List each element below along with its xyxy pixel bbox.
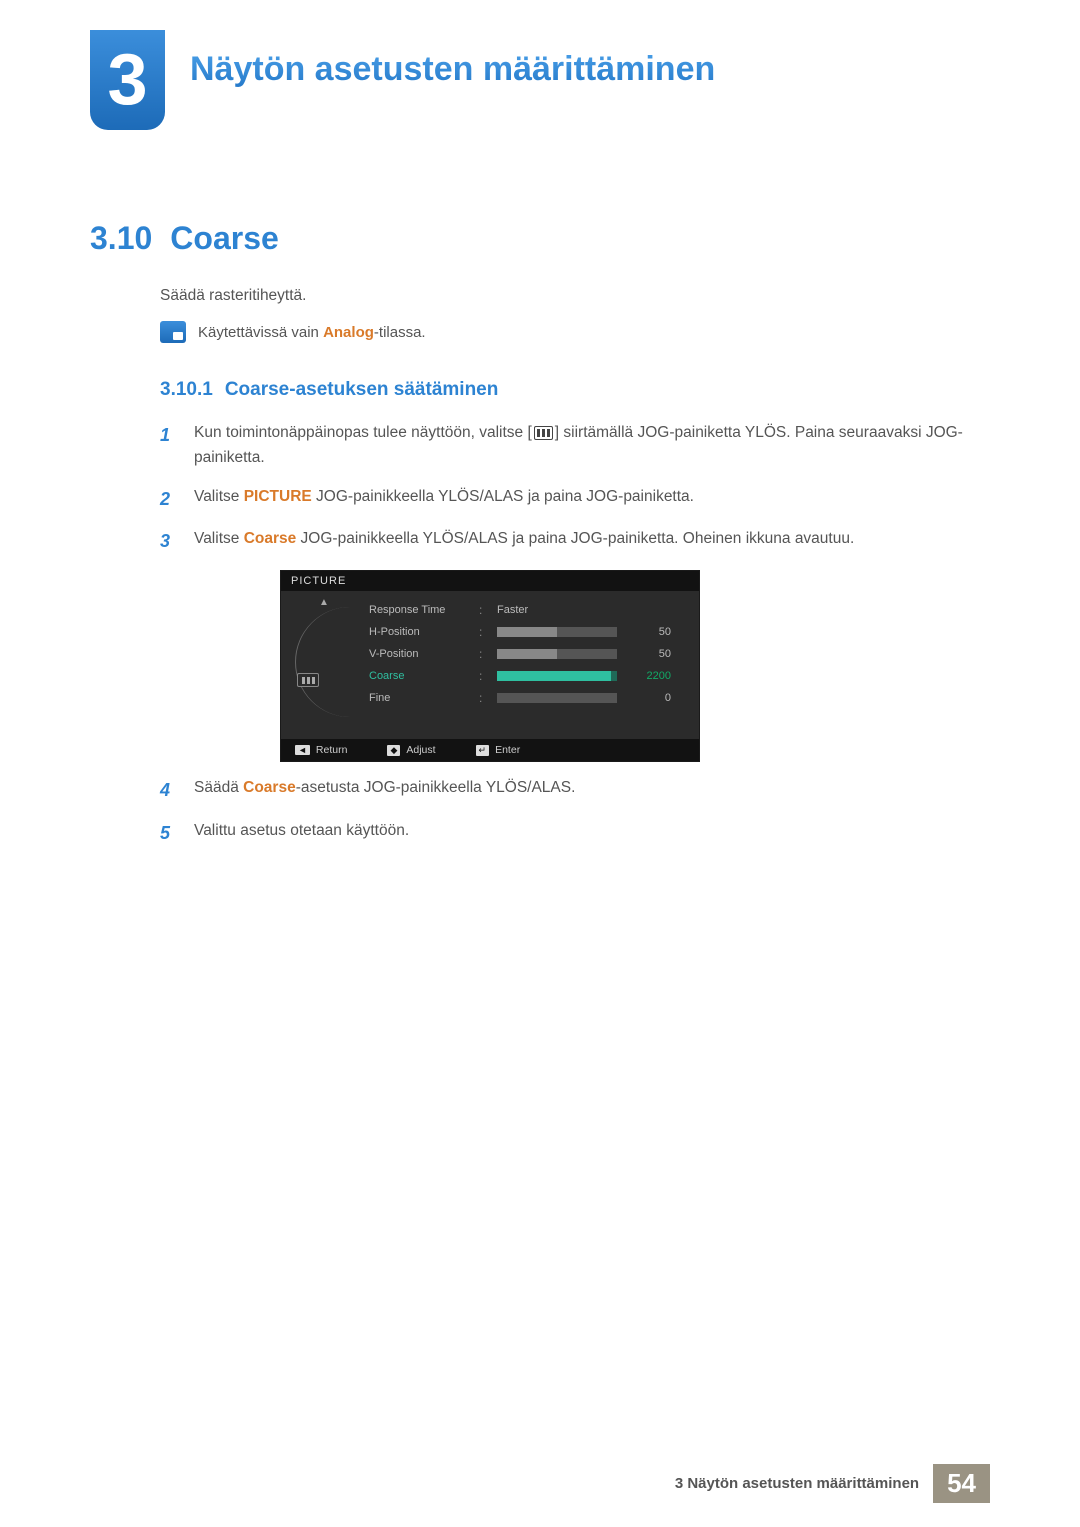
osd-title: PICTURE: [281, 571, 699, 591]
adjust-icon: ◆: [387, 745, 400, 756]
page-number: 54: [933, 1464, 990, 1503]
osd-screenshot: PICTURE ▲ Response Time : Faster H-Pos: [280, 570, 700, 762]
osd-arc: ▲: [295, 599, 331, 709]
osd-row-coarse: Coarse : 2200: [369, 665, 685, 687]
step-3: 3 Valitse Coarse JOG-painikkeella YLÖS/A…: [160, 527, 990, 556]
subsection-number: 3.10.1: [160, 379, 213, 400]
osd-footer: ◄Return ◆Adjust ↵Enter: [281, 739, 699, 761]
steps-list: 1 Kun toimintonäppäinopas tulee näyttöön…: [160, 421, 990, 848]
enter-icon: ↵: [476, 745, 490, 756]
chapter-number: 3: [107, 44, 147, 116]
menu-icon: [297, 673, 319, 687]
menu-icon: [534, 426, 553, 440]
subsection-heading: 3.10.1 Coarse-asetuksen säätäminen: [160, 379, 990, 401]
section-heading: 3.10 Coarse: [90, 220, 990, 257]
step-5: 5 Valittu asetus otetaan käyttöön.: [160, 819, 990, 848]
note: Käytettävissä vain Analog-tilassa.: [160, 321, 990, 343]
step-4: 4 Säädä Coarse-asetusta JOG-painikkeella…: [160, 776, 990, 805]
section-number: 3.10: [90, 220, 152, 256]
arrow-up-icon: ▲: [319, 597, 329, 608]
footer-text: 3 Näytön asetusten määrittäminen: [661, 1464, 933, 1503]
step-2: 2 Valitse PICTURE JOG-painikkeella YLÖS/…: [160, 485, 990, 514]
return-icon: ◄: [295, 745, 310, 755]
osd-row-v-position: V-Position : 50: [369, 643, 685, 665]
section-title: Coarse: [170, 220, 279, 256]
note-text: Käytettävissä vain Analog-tilassa.: [198, 324, 426, 341]
intro-text: Säädä rasteritiheyttä.: [160, 287, 990, 305]
osd-row-response-time: Response Time : Faster: [369, 599, 685, 621]
step-1: 1 Kun toimintonäppäinopas tulee näyttöön…: [160, 421, 990, 471]
page-footer: 3 Näytön asetusten määrittäminen 54: [661, 1464, 990, 1503]
chapter-title: Näytön asetusten määrittäminen: [190, 50, 715, 89]
note-icon: [160, 321, 186, 343]
osd-row-fine: Fine : 0: [369, 687, 685, 709]
chapter-tab: 3: [90, 30, 165, 130]
osd-row-h-position: H-Position : 50: [369, 621, 685, 643]
subsection-title: Coarse-asetuksen säätäminen: [225, 379, 499, 400]
